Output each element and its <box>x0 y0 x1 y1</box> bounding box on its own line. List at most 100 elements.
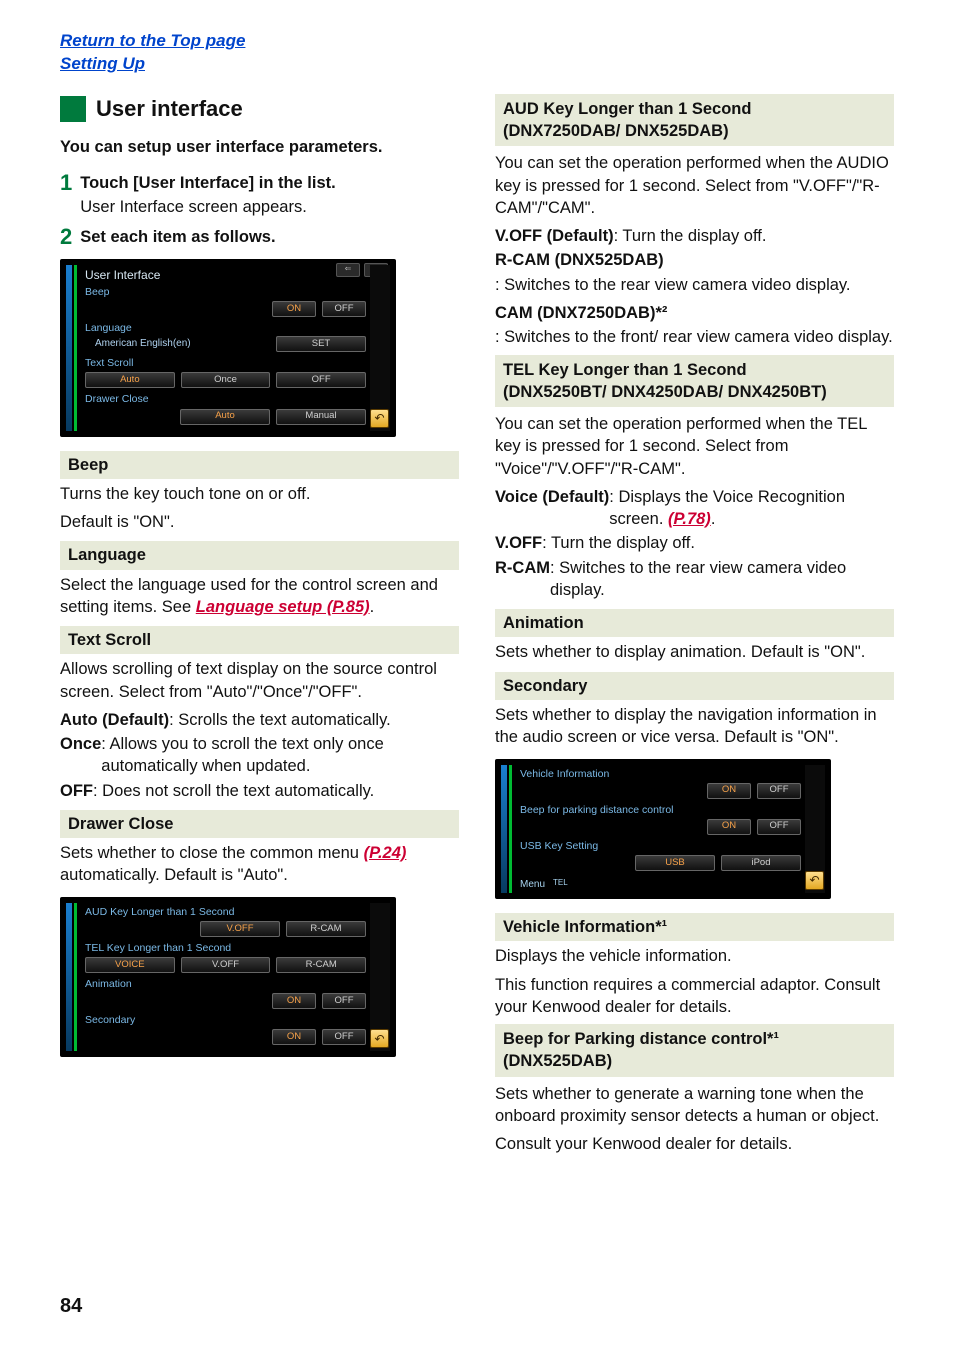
textscroll-once-button[interactable]: Once <box>181 372 271 388</box>
ipod-button[interactable]: iPod <box>721 855 801 871</box>
step-title: Set each item as follows. <box>80 226 459 248</box>
beep-text-1: Turns the key touch tone on or off. <box>60 483 459 505</box>
aud-rcam-key: R-CAM (DNX525DAB) <box>495 251 664 269</box>
vehicle-info-row-label: Vehicle Information <box>520 767 801 781</box>
drawer-text-pre: Sets whether to close the common menu <box>60 844 364 862</box>
aud-voff-button[interactable]: V.OFF <box>200 921 280 937</box>
beeppark-on-button[interactable]: ON <box>707 819 751 835</box>
tel-voff-button[interactable]: V.OFF <box>181 957 271 973</box>
textscroll-once-val: : Allows you to scroll the text only onc… <box>101 733 459 778</box>
vehicle-info-text-2: This function requires a commercial adap… <box>495 974 894 1019</box>
secondary-text: Sets whether to display the navigation i… <box>495 704 894 749</box>
animation-section-label: Animation <box>495 609 894 637</box>
tel-voff-key: V.OFF <box>495 532 542 554</box>
page-number: 84 <box>60 1293 82 1320</box>
p24-link[interactable]: (P.24) <box>364 844 407 862</box>
aud-voff-key: V.OFF (Default) <box>495 225 614 247</box>
aud-key-header: AUD Key Longer than 1 Second (DNX7250DAB… <box>495 94 894 147</box>
beep-section-label: Beep <box>60 451 459 479</box>
usb-key-row-label: USB Key Setting <box>520 839 801 853</box>
ui-screenshot-1: User Interface ⇐ ☰ Beep ON OFF Language <box>60 259 396 437</box>
language-set-button[interactable]: SET <box>276 336 366 352</box>
tel-rcam-key: R-CAM <box>495 557 550 602</box>
beep-off-button[interactable]: OFF <box>322 301 366 317</box>
tel-rcam-val: : Switches to the rear view camera video… <box>550 557 894 602</box>
textscroll-once-key: Once <box>60 733 101 778</box>
beeppark-off-button[interactable]: OFF <box>757 819 801 835</box>
usb-button[interactable]: USB <box>635 855 715 871</box>
drawer-text-after: automatically. Default is "Auto". <box>60 866 288 884</box>
tel-voice-key: Voice (Default) <box>495 486 609 531</box>
animation-text: Sets whether to display animation. Defau… <box>495 641 894 663</box>
secondary-section-label: Secondary <box>495 672 894 700</box>
tel-key-title-1: TEL Key Longer than 1 Second <box>503 361 747 379</box>
step-1: 1 Touch [User Interface] in the list. Us… <box>60 172 459 219</box>
textscroll-off-val: : Does not scroll the text automatically… <box>93 780 374 802</box>
back-icon[interactable]: ⇐ <box>336 263 360 277</box>
beep-text-2: Default is "ON". <box>60 511 459 533</box>
textscroll-section-label: Text Scroll <box>60 626 459 654</box>
animation-off-button[interactable]: OFF <box>322 993 366 1009</box>
step-number: 1 <box>60 172 72 219</box>
secondary-on-button[interactable]: ON <box>272 1029 316 1045</box>
beep-park-header: Beep for Parking distance control*¹ (DNX… <box>495 1024 894 1077</box>
left-column: User interface You can setup user interf… <box>60 94 459 1162</box>
textscroll-auto-key: Auto (Default) <box>60 709 169 731</box>
drawer-manual-button[interactable]: Manual <box>276 409 366 425</box>
page-title: User interface <box>96 94 243 124</box>
aud-voff-val: : Turn the display off. <box>614 225 767 247</box>
beep-park-title-2: (DNX525DAB) <box>503 1052 612 1070</box>
tel-voice-button[interactable]: VOICE <box>85 957 175 973</box>
aud-rcam-button[interactable]: R-CAM <box>286 921 366 937</box>
textscroll-off-key: OFF <box>60 780 93 802</box>
vi-off-button[interactable]: OFF <box>757 783 801 799</box>
language-setup-link[interactable]: Language setup (P.85) <box>196 598 370 616</box>
aud-key-title-2: (DNX7250DAB/ DNX525DAB) <box>503 122 729 140</box>
beep-park-title-1: Beep for Parking distance control*¹ <box>503 1030 779 1048</box>
return-to-top-link[interactable]: Return to the Top page <box>60 30 894 53</box>
aud-cam-val: : Switches to the front/ rear view camer… <box>495 326 894 348</box>
animation-row-label: Animation <box>85 977 366 991</box>
tel-rcam-button[interactable]: R-CAM <box>276 957 366 973</box>
aud-key-title-1: AUD Key Longer than 1 Second <box>503 100 751 118</box>
aud-rcam-val: : Switches to the rear view camera video… <box>495 274 894 296</box>
vi-on-button[interactable]: ON <box>707 783 751 799</box>
aud-row-label: AUD Key Longer than 1 Second <box>85 905 366 919</box>
textscroll-text: Allows scrolling of text display on the … <box>60 658 459 703</box>
return-arrow-icon[interactable]: ↶ <box>370 409 389 428</box>
tel-voff-val: : Turn the display off. <box>542 532 695 554</box>
right-column: AUD Key Longer than 1 Second (DNX7250DAB… <box>495 94 894 1162</box>
textscroll-auto-button[interactable]: Auto <box>85 372 175 388</box>
tel-tab-label[interactable]: TEL <box>553 878 568 892</box>
beep-park-row-label: Beep for parking distance control <box>520 803 801 817</box>
return-arrow-icon[interactable]: ↶ <box>805 871 824 890</box>
menu-tab-label[interactable]: Menu <box>520 878 545 892</box>
text-scroll-row-label: Text Scroll <box>85 356 366 370</box>
language-section-label: Language <box>60 541 459 569</box>
tel-voice-after: . <box>711 510 716 528</box>
beep-row-label: Beep <box>85 285 366 299</box>
secondary-row-label: Secondary <box>85 1013 366 1027</box>
tel-key-text: You can set the operation performed when… <box>495 413 894 480</box>
section-link[interactable]: Setting Up <box>60 53 894 76</box>
beep-on-button[interactable]: ON <box>272 301 316 317</box>
aud-key-text: You can set the operation performed when… <box>495 152 894 219</box>
textscroll-off-button[interactable]: OFF <box>276 372 366 388</box>
tel-voice-val: : Displays the Voice Recognition screen.… <box>609 486 894 531</box>
aud-cam-key: CAM (DNX7250DAB)*² <box>495 304 667 322</box>
language-text: Select the language used for the control… <box>60 574 459 619</box>
vehicle-info-section-label: Vehicle Information*¹ <box>495 913 894 941</box>
ui-screenshot-2: AUD Key Longer than 1 Second V.OFF R-CAM… <box>60 897 396 1058</box>
p78-link[interactable]: (P.78) <box>668 510 711 528</box>
drawerclose-text: Sets whether to close the common menu (P… <box>60 842 459 887</box>
tel-key-title-2: (DNX5250BT/ DNX4250DAB/ DNX4250BT) <box>503 383 827 401</box>
animation-on-button[interactable]: ON <box>272 993 316 1009</box>
step-2: 2 Set each item as follows. <box>60 226 459 248</box>
tel-row-label: TEL Key Longer than 1 Second <box>85 941 366 955</box>
secondary-off-button[interactable]: OFF <box>322 1029 366 1045</box>
vehicle-info-text-1: Displays the vehicle information. <box>495 945 894 967</box>
return-arrow-icon[interactable]: ↶ <box>370 1029 389 1048</box>
textscroll-auto-val: : Scrolls the text automatically. <box>169 709 391 731</box>
tel-voice-val-text: : Displays the Voice Recognition screen. <box>609 488 845 528</box>
drawer-auto-button[interactable]: Auto <box>180 409 270 425</box>
